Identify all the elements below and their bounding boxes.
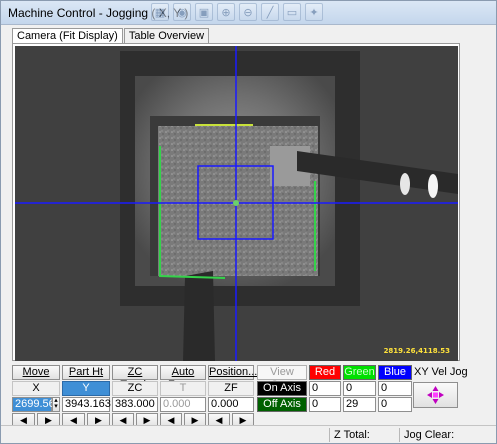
- status-bar: Z Total: 563.000 Jog Clear: 619.000: [1, 425, 496, 444]
- axis-label-zf: ZF: [208, 381, 254, 396]
- off-axis-blue-input[interactable]: 0: [378, 397, 412, 412]
- camera-image: [15, 46, 458, 361]
- blue-channel-label: Blue: [378, 365, 412, 380]
- machine-control-window: Machine Control - Jogging ( X, Y ) ▦ ◉ ▣…: [0, 0, 497, 444]
- zoom-out-icon[interactable]: ⊖: [239, 3, 257, 21]
- directional-pad-icon: [427, 386, 444, 404]
- measure-icon[interactable]: ╱: [261, 3, 279, 21]
- tab-table-overview[interactable]: Table Overview: [123, 28, 210, 44]
- xy-vel-jog-label: XY Vel Jog: [414, 366, 468, 378]
- y-value-input[interactable]: 3943.163: [62, 397, 111, 412]
- z-total-status: Z Total: 563.000: [329, 428, 397, 444]
- view-tabs: Camera (Fit Display) Table Overview: [12, 28, 210, 45]
- ruler-icon[interactable]: ▭: [283, 3, 301, 21]
- on-axis-button[interactable]: On Axis: [257, 381, 307, 396]
- axis-label-x: X: [12, 381, 60, 396]
- reflection-spot: [400, 173, 410, 195]
- camera-view[interactable]: 2819.26,4118.53: [15, 46, 458, 361]
- off-axis-button[interactable]: Off Axis: [257, 397, 307, 412]
- move-button[interactable]: Move: [12, 365, 60, 380]
- zc-touch-button[interactable]: ZC Touch: [112, 365, 158, 391]
- axis-label-t: T: [160, 381, 206, 396]
- center-marker: [233, 200, 239, 206]
- axis-label-zc: ZC: [112, 381, 158, 396]
- toolbar-icons: ▦ ◉ ▣ ⊕ ⊖ ╱ ▭ ✦: [151, 3, 323, 23]
- zc-value-input[interactable]: 383.000: [112, 397, 158, 412]
- title-bar: Machine Control - Jogging ( X, Y ) ▦ ◉ ▣…: [1, 1, 496, 25]
- reflection-spot: [428, 174, 438, 198]
- probe-tip: [183, 271, 215, 361]
- settings-icon[interactable]: ✦: [305, 3, 323, 21]
- red-channel-label: Red: [309, 365, 341, 380]
- coordinate-readout: 2819.26,4118.53: [383, 347, 450, 355]
- grid-icon[interactable]: ▦: [151, 3, 169, 21]
- off-axis-green-input[interactable]: 29: [343, 397, 376, 412]
- t-value-input: 0.000: [160, 397, 206, 412]
- auto-focus-button[interactable]: Auto Focus: [160, 365, 206, 391]
- x-spinner[interactable]: ▴ ▾: [52, 397, 60, 412]
- on-axis-green-input[interactable]: 0: [343, 381, 376, 396]
- record-icon[interactable]: ▣: [195, 3, 213, 21]
- part-height-button[interactable]: Part Ht: [62, 365, 110, 380]
- view-cam-button[interactable]: View Cam: [257, 365, 307, 391]
- xy-vel-jog-button[interactable]: [413, 382, 458, 408]
- on-axis-blue-input[interactable]: 0: [378, 381, 412, 396]
- on-axis-red-input[interactable]: 0: [309, 381, 341, 396]
- zf-value-input[interactable]: 0.000: [208, 397, 254, 412]
- camera-icon[interactable]: ◉: [173, 3, 191, 21]
- position-button[interactable]: Position...: [208, 365, 257, 380]
- zoom-in-icon[interactable]: ⊕: [217, 3, 235, 21]
- green-channel-label: Green: [343, 365, 376, 380]
- jog-clear-status: Jog Clear: 619.000: [399, 428, 495, 444]
- axis-label-y[interactable]: Y: [62, 381, 110, 396]
- off-axis-red-input[interactable]: 0: [309, 397, 341, 412]
- x-value-input[interactable]: 2699.565: [12, 397, 61, 412]
